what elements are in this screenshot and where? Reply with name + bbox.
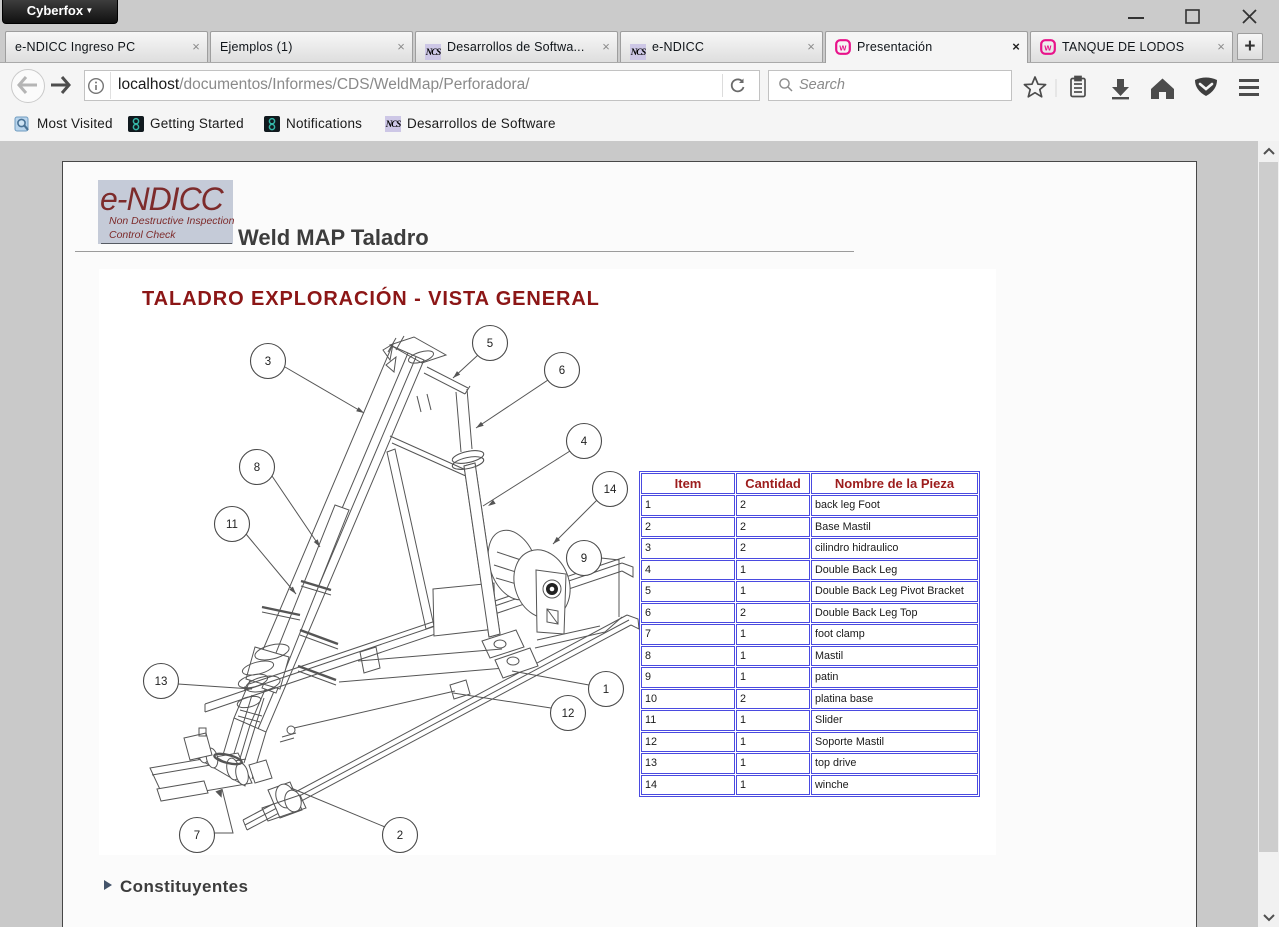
svg-text:13: 13 bbox=[155, 676, 168, 688]
svg-text:14: 14 bbox=[604, 484, 617, 496]
svg-text:11: 11 bbox=[226, 519, 238, 531]
svg-text:9: 9 bbox=[581, 553, 587, 565]
svg-text:7: 7 bbox=[194, 830, 200, 842]
svg-text:6: 6 bbox=[559, 365, 565, 377]
svg-text:3: 3 bbox=[265, 356, 271, 368]
svg-text:1: 1 bbox=[603, 684, 609, 696]
svg-text:12: 12 bbox=[562, 708, 575, 720]
svg-text:2: 2 bbox=[397, 830, 403, 842]
svg-text:5: 5 bbox=[487, 338, 493, 350]
svg-text:4: 4 bbox=[581, 436, 588, 448]
svg-text:w: w bbox=[838, 43, 847, 53]
svg-text:8: 8 bbox=[254, 462, 260, 474]
